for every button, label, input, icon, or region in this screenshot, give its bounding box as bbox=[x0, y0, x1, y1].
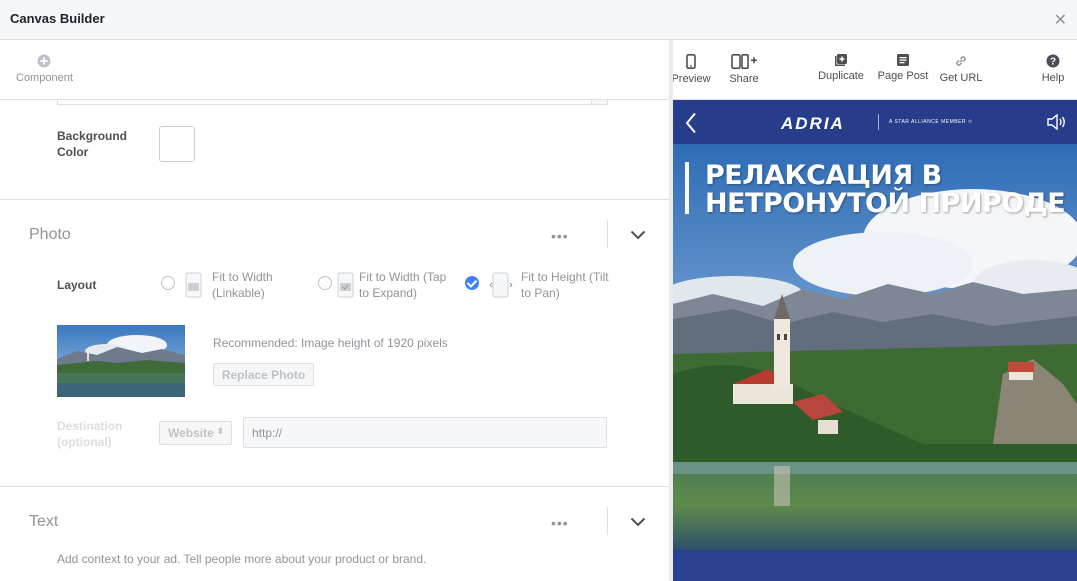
layout-radio-fit-width-expand[interactable] bbox=[318, 276, 332, 290]
post-icon bbox=[897, 54, 909, 66]
layout-label: Layout bbox=[57, 278, 97, 292]
close-icon[interactable]: ✕ bbox=[1054, 10, 1067, 30]
previous-field-input[interactable] bbox=[57, 100, 608, 105]
toolbar: Component Preview Share Duplicate Page P… bbox=[0, 40, 1077, 100]
page-post-label: Page Post bbox=[877, 70, 929, 82]
window-title: Canvas Builder bbox=[10, 11, 105, 26]
editor-panel: Background Color Photo ••• Layout Fit to… bbox=[0, 100, 669, 581]
layout-option-label: Fit to Width (Linkable) bbox=[212, 270, 273, 300]
phone-tap-expand-icon bbox=[337, 272, 354, 298]
field-caret bbox=[591, 100, 607, 104]
logo-divider bbox=[878, 114, 879, 130]
photo-thumbnail bbox=[57, 325, 185, 397]
get-url-button[interactable]: Get URL bbox=[939, 40, 983, 100]
phone-fit-width-icon bbox=[185, 272, 202, 298]
get-url-label: Get URL bbox=[939, 72, 983, 84]
preview-label: Preview bbox=[671, 73, 711, 85]
destination-url-input[interactable]: http:// bbox=[243, 417, 607, 448]
headline-accent-bar bbox=[685, 162, 689, 214]
speaker-icon[interactable] bbox=[1047, 114, 1067, 130]
preview-headline: РЕЛАКСАЦИЯ В НЕТРОНУТОЙ ПРИРОДЕ bbox=[705, 160, 1066, 219]
canvas-preview: ADRIA A STAR ALLIANCE MEMBER ✩ РЕЛАКСАЦИ… bbox=[673, 100, 1077, 581]
share-button[interactable]: Share bbox=[727, 40, 761, 100]
preview-header: ADRIA A STAR ALLIANCE MEMBER ✩ bbox=[673, 100, 1077, 144]
layout-option-label: Fit to Width (Tap to Expand) bbox=[359, 270, 447, 300]
add-circle-icon bbox=[37, 54, 51, 68]
preview-footer bbox=[673, 550, 1077, 581]
component-button[interactable]: Component bbox=[16, 40, 73, 100]
text-section-title: Text bbox=[29, 513, 59, 530]
duplicate-label: Duplicate bbox=[818, 70, 864, 82]
text-chevron-down-icon[interactable] bbox=[630, 517, 646, 527]
share-label: Share bbox=[729, 73, 759, 85]
phone-tilt-pan-icon bbox=[489, 272, 513, 298]
back-chevron-icon[interactable] bbox=[685, 112, 697, 134]
layout-radio-fit-width-linkable[interactable] bbox=[161, 276, 175, 290]
replace-photo-button[interactable]: Replace Photo bbox=[213, 363, 314, 386]
photo-section-title: Photo bbox=[29, 226, 71, 243]
section-divider bbox=[0, 199, 669, 200]
destination-select-value: Website bbox=[168, 426, 214, 440]
layout-option-label: Fit to Height (Tilt to Pan) bbox=[521, 270, 609, 300]
text-more-icon[interactable]: ••• bbox=[551, 515, 569, 531]
duplicate-icon bbox=[835, 54, 847, 66]
text-header-divider bbox=[607, 507, 608, 535]
adria-logo: ADRIA bbox=[781, 114, 845, 133]
duplicate-button[interactable]: Duplicate bbox=[818, 40, 864, 100]
help-icon: ? bbox=[1046, 54, 1060, 68]
select-arrows-icon: ⬍ bbox=[216, 426, 224, 436]
background-color-swatch[interactable] bbox=[159, 126, 195, 162]
photo-header-divider bbox=[607, 220, 608, 248]
headline-line: РЕЛАКСАЦИЯ В bbox=[705, 160, 942, 191]
recommended-text: Recommended: Image height of 1920 pixels bbox=[213, 336, 448, 350]
preview-button[interactable]: Preview bbox=[671, 40, 711, 100]
background-color-label: Background Color bbox=[57, 129, 128, 159]
photo-more-icon[interactable]: ••• bbox=[551, 228, 569, 244]
destination-label: Destination (optional) bbox=[57, 419, 123, 449]
headline-line: НЕТРОНУТОЙ ПРИРОДЕ bbox=[705, 188, 1066, 219]
text-section-description: Add context to your ad. Tell people more… bbox=[57, 552, 427, 566]
logo-subtitle: A STAR ALLIANCE MEMBER ✩ bbox=[889, 119, 973, 125]
layout-radio-fit-height[interactable] bbox=[465, 276, 479, 290]
svg-text:?: ? bbox=[1050, 57, 1056, 68]
section-divider bbox=[0, 486, 669, 487]
component-label: Component bbox=[16, 72, 73, 84]
page-post-button[interactable]: Page Post bbox=[877, 40, 929, 100]
help-button[interactable]: ? Help bbox=[1040, 40, 1066, 100]
title-bar: Canvas Builder ✕ bbox=[0, 0, 1077, 40]
help-label: Help bbox=[1041, 72, 1065, 84]
phone-icon bbox=[686, 54, 696, 69]
photo-chevron-down-icon[interactable] bbox=[630, 230, 646, 240]
link-icon bbox=[956, 56, 966, 66]
share-device-icon bbox=[731, 54, 757, 69]
destination-select[interactable]: Website ⬍ bbox=[159, 421, 232, 445]
